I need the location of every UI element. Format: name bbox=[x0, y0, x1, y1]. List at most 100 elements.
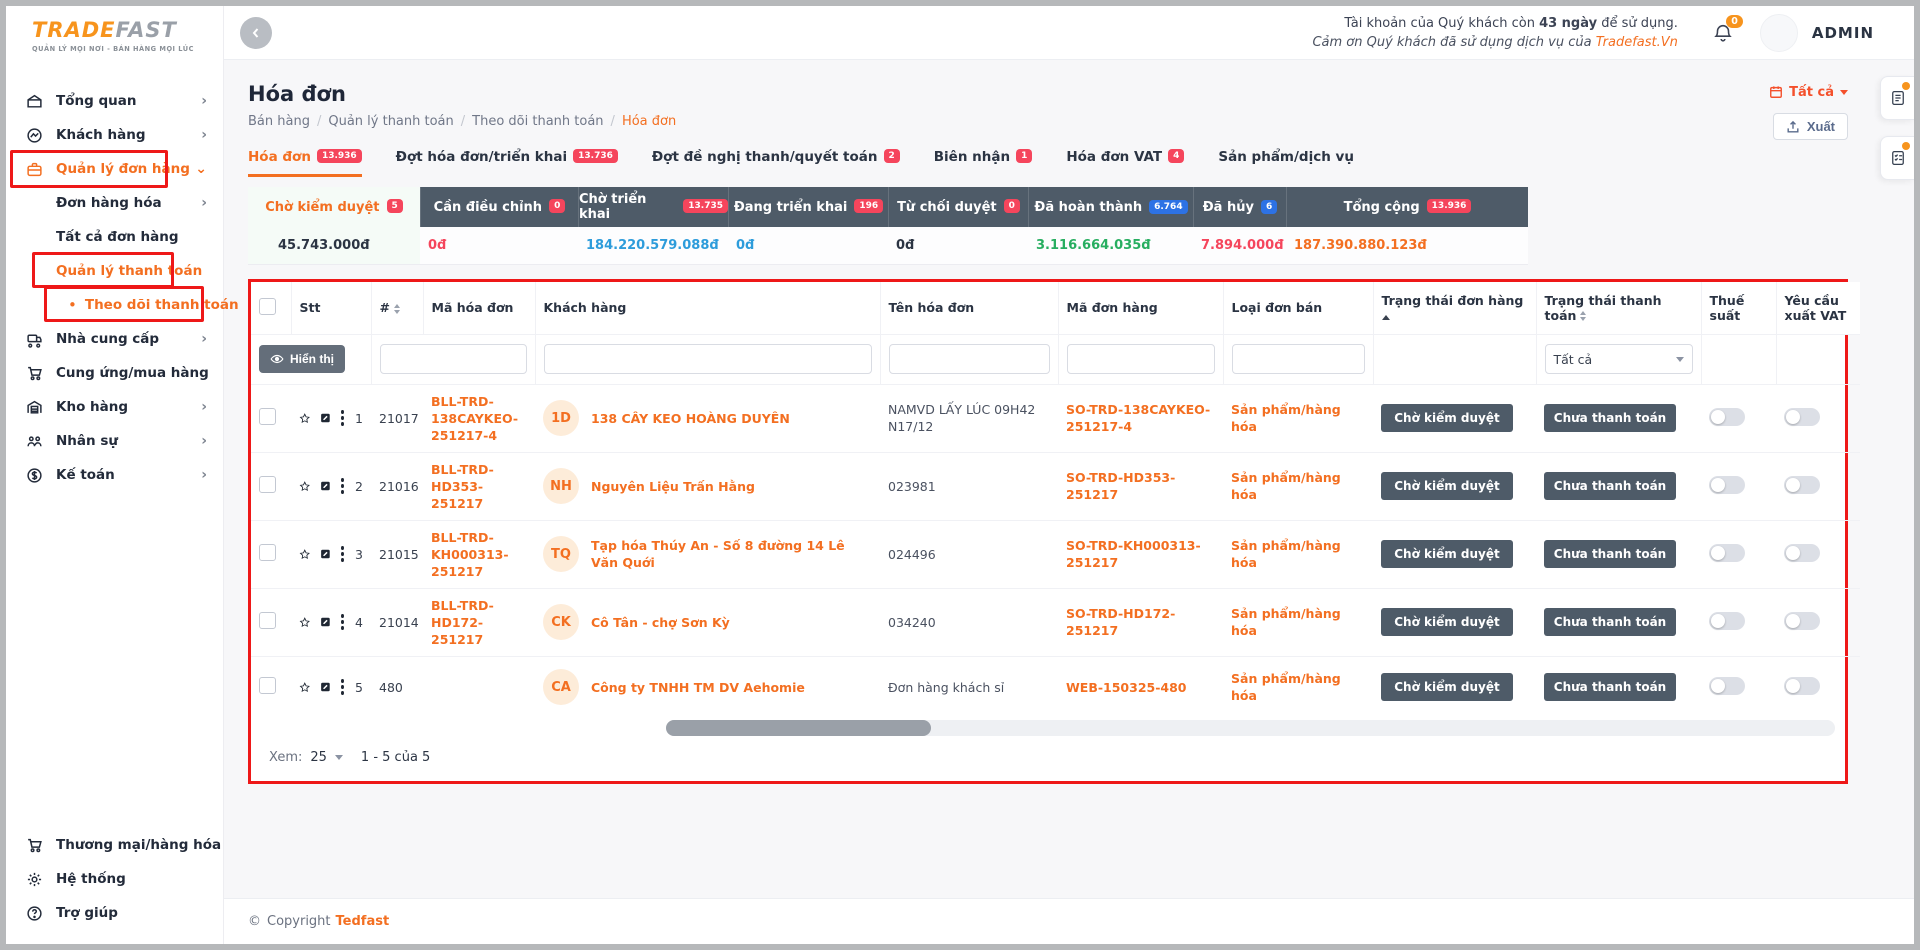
sidebar-item-kho-hang[interactable]: Kho hàng › bbox=[6, 390, 223, 424]
status-tu-choi-duyet[interactable]: Từ chối duyệt0 bbox=[888, 187, 1028, 227]
customer-name[interactable]: 138 CÂY KEO HOÀNG DUYÊN bbox=[591, 410, 790, 427]
breadcrumb-item[interactable]: Quản lý thanh toán bbox=[328, 114, 453, 129]
sidebar-item-tong-quan[interactable]: Tổng quan › bbox=[6, 84, 223, 118]
tab-dot-de-nghi-thanh-quyet-toan[interactable]: Đợt đề nghị thanh/quyết toán 2 bbox=[652, 149, 900, 177]
row-invoice-code[interactable]: BLL-TRD-KH000313-251217 bbox=[423, 520, 535, 588]
sort-asc-icon[interactable] bbox=[1382, 315, 1390, 320]
filter-invoice-name-input[interactable] bbox=[889, 344, 1050, 374]
sort-icon[interactable] bbox=[394, 304, 400, 314]
filter-sale-type-input[interactable] bbox=[1232, 344, 1365, 374]
row-invoice-code[interactable]: BLL-TRD-138CAYKEO-251217-4 bbox=[423, 384, 535, 452]
col-payment-status[interactable]: Trạng thái thanh toán bbox=[1536, 282, 1701, 334]
row-invoice-code[interactable]: BLL-TRD-HD172-251217 bbox=[423, 588, 535, 656]
sidebar-item-he-thong[interactable]: Hệ thống bbox=[6, 862, 223, 896]
col-num[interactable]: # bbox=[371, 282, 423, 334]
payment-status-button[interactable]: Chưa thanh toán bbox=[1544, 673, 1676, 701]
tab-hoa-don-vat[interactable]: Hóa đơn VAT 4 bbox=[1066, 149, 1184, 177]
star-icon[interactable] bbox=[299, 546, 311, 563]
tab-dot-hoa-don-trien-khai[interactable]: Đợt hóa đơn/triển khai 13.736 bbox=[396, 149, 618, 177]
kebab-menu-icon[interactable] bbox=[341, 484, 344, 488]
row-order-code[interactable]: SO-TRD-HD172-251217 bbox=[1058, 588, 1223, 656]
filter-customer-input[interactable] bbox=[544, 344, 872, 374]
vat-request-toggle[interactable] bbox=[1784, 612, 1820, 630]
order-status-button[interactable]: Chờ kiểm duyệt bbox=[1381, 608, 1513, 636]
order-status-button[interactable]: Chờ kiểm duyệt bbox=[1381, 404, 1513, 432]
vat-request-toggle[interactable] bbox=[1784, 677, 1820, 695]
row-checkbox[interactable] bbox=[259, 612, 276, 629]
order-status-button[interactable]: Chờ kiểm duyệt bbox=[1381, 540, 1513, 568]
tax-toggle[interactable] bbox=[1709, 612, 1745, 630]
row-invoice-code[interactable]: BLL-TRD-HD353-251217 bbox=[423, 452, 535, 520]
row-order-code[interactable]: SO-TRD-KH000313-251217 bbox=[1058, 520, 1223, 588]
star-icon[interactable] bbox=[299, 679, 311, 696]
row-checkbox[interactable] bbox=[259, 677, 276, 694]
dock-notes-button[interactable] bbox=[1880, 76, 1914, 120]
edit-icon[interactable] bbox=[320, 410, 331, 426]
status-dang-trien-khai[interactable]: Đang triển khai196 bbox=[728, 187, 888, 227]
row-checkbox[interactable] bbox=[259, 408, 276, 425]
tax-toggle[interactable] bbox=[1709, 544, 1745, 562]
sidebar-item-thuong-mai-hang-hoa[interactable]: Thương mại/hàng hóa bbox=[6, 828, 223, 862]
export-button[interactable]: Xuất bbox=[1773, 113, 1848, 140]
tab-san-pham-dich-vu[interactable]: Sản phẩm/dịch vụ bbox=[1218, 149, 1354, 177]
row-checkbox[interactable] bbox=[259, 476, 276, 493]
star-icon[interactable] bbox=[299, 614, 311, 631]
payment-status-button[interactable]: Chưa thanh toán bbox=[1544, 404, 1676, 432]
kebab-menu-icon[interactable] bbox=[341, 552, 344, 556]
row-order-code[interactable]: SO-TRD-138CAYKEO-251217-4 bbox=[1058, 384, 1223, 452]
page-size-value[interactable]: 25 bbox=[310, 750, 327, 765]
notifications-button[interactable]: 0 bbox=[1712, 22, 1734, 44]
sidebar-item-quan-ly-thanh-toan[interactable]: Quản lý thanh toán bbox=[6, 254, 223, 288]
edit-icon[interactable] bbox=[320, 478, 331, 494]
filter-order-code-input[interactable] bbox=[1067, 344, 1215, 374]
sort-icon[interactable] bbox=[1580, 311, 1586, 321]
sidebar-item-tat-ca-don-hang[interactable]: Tất cả đơn hàng bbox=[6, 220, 223, 254]
avatar[interactable] bbox=[1760, 14, 1798, 52]
sidebar-item-nha-cung-cap[interactable]: Nhà cung cấp › bbox=[6, 322, 223, 356]
payment-status-button[interactable]: Chưa thanh toán bbox=[1544, 472, 1676, 500]
row-checkbox[interactable] bbox=[259, 544, 276, 561]
row-order-code[interactable]: SO-TRD-HD353-251217 bbox=[1058, 452, 1223, 520]
back-button[interactable] bbox=[240, 17, 272, 49]
tax-toggle[interactable] bbox=[1709, 408, 1745, 426]
status-cho-trien-khai[interactable]: Chờ triển khai13.735 bbox=[578, 187, 728, 227]
star-icon[interactable] bbox=[299, 410, 311, 427]
sidebar-item-ke-toan[interactable]: Kế toán › bbox=[6, 458, 223, 492]
payment-status-button[interactable]: Chưa thanh toán bbox=[1544, 608, 1676, 636]
tab-hoa-don[interactable]: Hóa đơn 13.936 bbox=[248, 149, 362, 177]
customer-name[interactable]: Tạp hóa Thúy An - Số 8 đường 14 Lê Văn Q… bbox=[591, 537, 872, 571]
edit-icon[interactable] bbox=[320, 546, 331, 562]
dock-tasks-button[interactable] bbox=[1880, 136, 1914, 180]
order-status-button[interactable]: Chờ kiểm duyệt bbox=[1381, 673, 1513, 701]
row-order-code[interactable]: WEB-150325-480 bbox=[1058, 656, 1223, 718]
tab-bien-nhan[interactable]: Biên nhận 1 bbox=[934, 149, 1033, 177]
sidebar-item-tro-giup[interactable]: Trợ giúp bbox=[6, 896, 223, 930]
status-tong-cong[interactable]: Tổng cộng13.936 bbox=[1286, 187, 1528, 227]
sidebar-item-theo-doi-thanh-toan[interactable]: • Theo dõi thanh toán bbox=[6, 288, 223, 322]
status-da-hoan-thanh[interactable]: Đã hoàn thành6.764 bbox=[1028, 187, 1193, 227]
sidebar-item-khach-hang[interactable]: Khách hàng › bbox=[6, 118, 223, 152]
vat-request-toggle[interactable] bbox=[1784, 544, 1820, 562]
kebab-menu-icon[interactable] bbox=[341, 685, 344, 689]
scrollbar-thumb[interactable] bbox=[666, 720, 931, 736]
sidebar-item-don-hang-hoa[interactable]: Đơn hàng hóa › bbox=[6, 186, 223, 220]
kebab-menu-icon[interactable] bbox=[341, 416, 344, 420]
filter-invoice-code-input[interactable] bbox=[380, 344, 527, 374]
breadcrumb-item[interactable]: Bán hàng bbox=[248, 114, 310, 129]
customer-name[interactable]: Công ty TNHH TM DV Aehomie bbox=[591, 679, 805, 696]
edit-icon[interactable] bbox=[320, 679, 331, 695]
tax-toggle[interactable] bbox=[1709, 476, 1745, 494]
row-invoice-code[interactable] bbox=[423, 656, 535, 718]
caret-down-icon[interactable] bbox=[335, 755, 343, 760]
breadcrumb-item[interactable]: Theo dõi thanh toán bbox=[472, 114, 603, 129]
sidebar-item-quan-ly-don-hang[interactable]: Quản lý đơn hàng ⌄ bbox=[6, 152, 223, 186]
status-cho-kiem-duyet[interactable]: Chờ kiểm duyệt5 bbox=[248, 187, 420, 227]
kebab-menu-icon[interactable] bbox=[341, 620, 344, 624]
payment-status-button[interactable]: Chưa thanh toán bbox=[1544, 540, 1676, 568]
star-icon[interactable] bbox=[299, 478, 311, 495]
vat-request-toggle[interactable] bbox=[1784, 476, 1820, 494]
edit-icon[interactable] bbox=[320, 614, 331, 630]
sidebar-item-nhan-su[interactable]: Nhân sự › bbox=[6, 424, 223, 458]
date-filter-dropdown[interactable]: Tất cả bbox=[1769, 85, 1848, 100]
order-status-button[interactable]: Chờ kiểm duyệt bbox=[1381, 472, 1513, 500]
